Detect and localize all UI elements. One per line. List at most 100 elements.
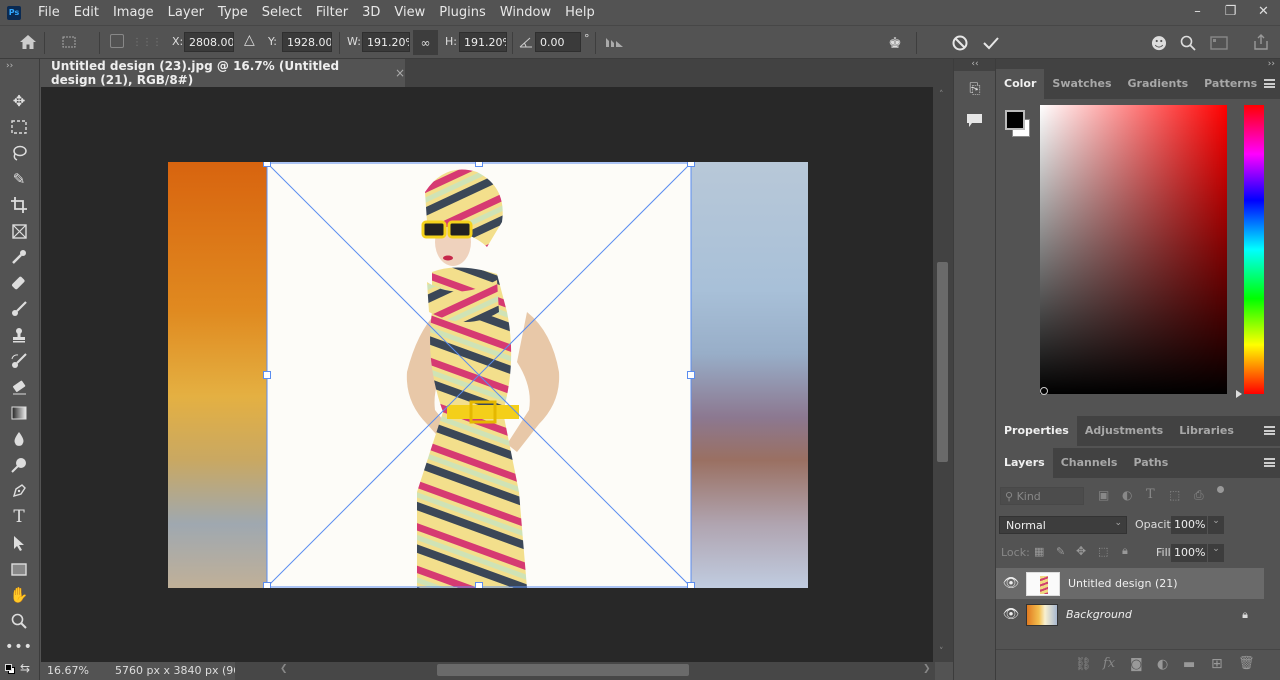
brush-tool-icon[interactable] — [8, 298, 30, 320]
menu-image[interactable]: Image — [106, 0, 161, 25]
scroll-right-icon[interactable]: ❯ — [923, 664, 931, 674]
layer-name[interactable]: Background — [1066, 608, 1132, 621]
move-tool-icon[interactable]: ✥ — [8, 90, 30, 112]
foreground-color-swatch[interactable] — [1005, 110, 1025, 130]
width-input[interactable]: 191.20% — [362, 32, 410, 52]
transform-handle-right[interactable] — [687, 371, 695, 379]
color-picker-field[interactable] — [1040, 105, 1227, 394]
menu-type[interactable]: Type — [211, 0, 255, 25]
vertical-scroll-thumb[interactable] — [937, 262, 948, 462]
hue-slider-handle[interactable] — [1236, 390, 1242, 398]
tab-adjustments[interactable]: Adjustments — [1077, 416, 1171, 446]
menu-filter[interactable]: Filter — [309, 0, 355, 25]
frame-tool-icon[interactable] — [8, 220, 30, 242]
visibility-eye-icon[interactable]: 👁︎ — [996, 576, 1026, 591]
document-image[interactable] — [168, 162, 808, 588]
filter-shape-icon[interactable]: ⬚ — [1169, 488, 1180, 502]
y-position-input[interactable]: 1928.00 p — [282, 32, 332, 52]
vertical-scrollbar[interactable]: ˄ ˅ — [933, 87, 953, 662]
hue-slider[interactable] — [1244, 105, 1264, 394]
hand-tool-icon[interactable]: ✋ — [8, 584, 30, 606]
lock-artboard-icon[interactable]: ⬚ — [1098, 545, 1108, 558]
menu-plugins[interactable]: Plugins — [432, 0, 493, 25]
lock-image-icon[interactable]: ✎ — [1056, 545, 1065, 558]
fill-dropdown-icon[interactable]: ⌄ — [1208, 544, 1224, 562]
menu-edit[interactable]: Edit — [67, 0, 106, 25]
tab-patterns[interactable]: Patterns — [1196, 69, 1265, 99]
eyedropper-tool-icon[interactable] — [8, 246, 30, 268]
collapse-tools-icon[interactable]: ›› — [6, 61, 13, 71]
new-group-icon[interactable]: ▬ — [1183, 657, 1195, 672]
tab-gradients[interactable]: Gradients — [1120, 69, 1197, 99]
puppet-warp-icon[interactable]: ♚ — [884, 32, 906, 54]
layer-row[interactable]: 👁︎ Background 🔒︎ — [996, 599, 1264, 630]
swap-colors-icon[interactable]: ⇆ — [20, 661, 30, 675]
crop-tool-icon[interactable] — [8, 194, 30, 216]
opacity-dropdown-icon[interactable]: ⌄ — [1208, 516, 1224, 534]
dodge-tool-icon[interactable] — [8, 454, 30, 476]
blend-mode-select[interactable]: Normal ⌄ — [999, 516, 1127, 534]
layer-name[interactable]: Untitled design (21) — [1068, 577, 1178, 590]
horizontal-scrollbar[interactable]: ❮ ❯ — [235, 662, 935, 680]
lock-transparent-icon[interactable]: ▦ — [1034, 545, 1044, 558]
lock-position-icon[interactable]: ✥ — [1076, 544, 1086, 558]
expand-panels-icon[interactable]: ‹‹ — [954, 59, 996, 71]
transform-handle-bottom-right[interactable] — [687, 582, 695, 588]
tab-color[interactable]: Color — [996, 69, 1045, 99]
link-layers-icon[interactable]: ⛓︎ — [1075, 657, 1092, 672]
transform-handle-bottom-left[interactable] — [263, 582, 271, 588]
invite-user-icon[interactable]: ☻ — [1148, 32, 1170, 54]
comments-panel-icon[interactable] — [962, 109, 988, 133]
history-panel-icon[interactable]: ⎘ — [962, 81, 988, 105]
lock-all-icon[interactable]: 🔒︎ — [1122, 544, 1128, 558]
layer-filter-kind[interactable]: ⚲ Kind — [1000, 487, 1084, 505]
filter-type-icon[interactable]: T — [1146, 487, 1155, 502]
history-brush-tool-icon[interactable] — [8, 350, 30, 372]
edit-toolbar-icon[interactable]: ••• — [5, 636, 32, 658]
x-position-input[interactable]: 2808.00 p — [184, 32, 234, 52]
adjustment-layer-icon[interactable]: ◐ — [1157, 657, 1168, 672]
rectangle-tool-icon[interactable] — [8, 558, 30, 580]
new-layer-icon[interactable]: ⊞ — [1211, 656, 1223, 672]
horizontal-scroll-thumb[interactable] — [437, 664, 689, 676]
relative-position-icon[interactable]: △ — [244, 32, 255, 48]
filter-smart-object-icon[interactable]: ⎙ — [1194, 488, 1204, 503]
filter-adjustment-icon[interactable]: ◐ — [1122, 488, 1132, 502]
healing-brush-tool-icon[interactable] — [8, 272, 30, 294]
layer-lock-icon[interactable]: 🔒︎ — [1242, 608, 1248, 622]
transform-handle-left[interactable] — [263, 371, 271, 379]
menu-view[interactable]: View — [387, 0, 432, 25]
zoom-level[interactable]: 16.67% — [47, 664, 89, 677]
menu-3d[interactable]: 3D — [355, 0, 387, 25]
reference-point-checkbox[interactable] — [110, 34, 124, 48]
transform-handle-bottom[interactable] — [475, 582, 483, 588]
restore-button[interactable]: ❐ — [1214, 0, 1247, 22]
tab-layers[interactable]: Layers — [996, 448, 1053, 478]
collapse-panels-icon[interactable]: ›› — [1268, 59, 1275, 69]
lasso-tool-icon[interactable] — [8, 142, 30, 164]
tab-paths[interactable]: Paths — [1125, 448, 1176, 478]
layer-row[interactable]: 👁︎ Untitled design (21) — [996, 568, 1264, 599]
workspace-icon[interactable] — [1207, 32, 1231, 54]
tab-channels[interactable]: Channels — [1053, 448, 1126, 478]
transform-handle-top-right[interactable] — [687, 162, 695, 167]
filter-toggle-icon[interactable] — [1217, 486, 1224, 493]
height-input[interactable]: 191.20% — [459, 32, 507, 52]
type-tool-icon[interactable]: T — [8, 506, 30, 528]
marquee-tool-icon[interactable] — [8, 116, 30, 138]
search-icon[interactable] — [1177, 32, 1199, 54]
tab-swatches[interactable]: Swatches — [1044, 69, 1119, 99]
layer-style-fx-icon[interactable]: fx — [1103, 656, 1115, 671]
delete-layer-icon[interactable]: 🗑︎ — [1238, 656, 1255, 671]
transform-tool-icon[interactable] — [58, 33, 80, 51]
clone-stamp-tool-icon[interactable] — [8, 324, 30, 346]
cancel-transform-icon[interactable] — [949, 32, 971, 54]
warp-mode-icon[interactable] — [604, 34, 626, 50]
scroll-up-icon[interactable]: ˄ — [939, 90, 944, 100]
color-panel-menu-icon[interactable] — [1264, 79, 1275, 88]
filter-pixel-icon[interactable]: ▣ — [1098, 488, 1109, 502]
menu-file[interactable]: File — [31, 0, 67, 25]
object-selection-tool-icon[interactable]: ✎ — [8, 168, 30, 190]
path-selection-tool-icon[interactable] — [8, 532, 30, 554]
menu-help[interactable]: Help — [558, 0, 602, 25]
